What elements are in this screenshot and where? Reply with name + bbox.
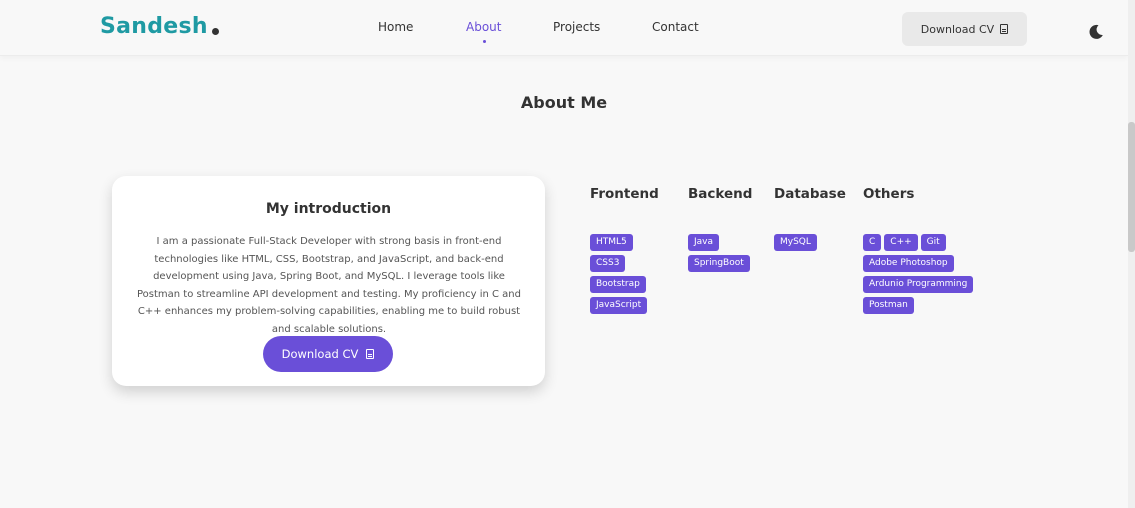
download-cv-card-button[interactable]: Download CV [263,336,393,372]
skill-tag[interactable]: SpringBoot [688,255,750,272]
nav-home[interactable]: Home [378,20,413,34]
section-title: About Me [520,93,608,112]
download-cv-label: Download CV [920,22,995,36]
nav-about[interactable]: About [466,20,501,43]
skill-tag[interactable]: Adobe Photoshop [863,255,954,272]
skills-frontend: Frontend HTML5 CSS3 Bootstrap JavaScript [590,186,659,314]
intro-title: My introduction [265,201,392,217]
skill-tag[interactable]: Java [688,234,720,251]
skill-tag[interactable]: Git [920,234,946,251]
skill-tag-row: SpringBoot [688,250,828,272]
skill-tag-row: Ardunio Programming [863,271,1003,293]
skills-others-tags: C C++ Git Adobe Photoshop Ardunio Programmin… [863,229,1003,314]
skill-tag[interactable]: CSS3 [590,255,626,272]
skills-database-title: Database [774,186,846,202]
scrollbar[interactable] [1128,0,1135,508]
skills-others-title: Others [863,186,915,202]
skill-tag[interactable]: Bootstrap [590,276,646,293]
document-icon [366,349,375,359]
skill-tag[interactable]: C [863,234,882,251]
skill-tag-row: JavaScript [590,292,730,314]
download-cv-card-label: Download CV [281,347,359,361]
document-icon [1000,24,1009,34]
active-indicator [482,40,486,43]
skills-database: Database MySQL [774,186,846,251]
skill-tag[interactable]: MySQL [774,234,817,251]
skill-tag[interactable]: C++ [884,234,918,251]
skill-tag[interactable]: Ardunio Programming [863,276,974,293]
nav-contact[interactable]: Contact [652,20,699,34]
scrollbar-thumb[interactable] [1128,122,1135,252]
skills-backend: Backend Java SpringBoot [688,186,753,272]
skill-tag-row: Adobe Photoshop [863,250,1003,272]
download-cv-button[interactable]: Download CV [902,12,1027,46]
intro-card: My introduction I am a passionate Full-S… [112,176,545,386]
navbar: Sandesh Home About Projects Contact Down… [0,0,1128,56]
skill-tag-row: Bootstrap [590,271,730,293]
logo-dot [211,28,219,35]
logo[interactable]: Sandesh [100,14,219,39]
skill-tag[interactable]: Postman [863,297,914,314]
skill-tag[interactable]: HTML5 [590,234,633,251]
skills-frontend-title: Frontend [590,186,659,202]
moon-icon[interactable] [1088,24,1104,40]
skill-tag[interactable]: JavaScript [590,297,648,314]
skill-tag-row: C C++ Git [863,229,1003,251]
skills-others: Others C C++ Git Adobe Photoshop Ardunio Pro… [863,186,974,314]
intro-text: I am a passionate Full-Stack Developer w… [137,236,521,335]
nav-projects[interactable]: Projects [553,20,600,34]
page: Sandesh Home About Projects Contact Down… [0,0,1135,508]
skill-tag-row: Postman [863,292,1003,314]
skills-backend-title: Backend [688,186,753,202]
